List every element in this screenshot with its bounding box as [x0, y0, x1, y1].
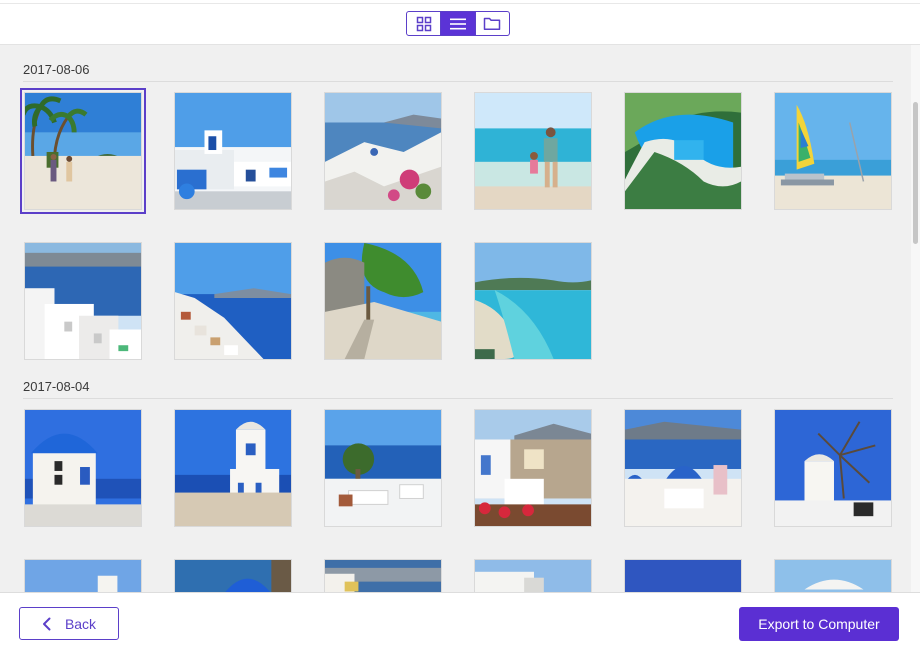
- divider: [23, 398, 893, 399]
- oia-roses-photo: [475, 410, 591, 526]
- blue-dome-top-photo: [175, 560, 291, 592]
- santorini-pool-photo: [175, 93, 291, 209]
- beach-palm-photo: [25, 93, 141, 209]
- photo-thumbnail[interactable]: [174, 242, 292, 360]
- photo-thumbnail[interactable]: [624, 559, 742, 592]
- catamaran-photo: [775, 93, 891, 209]
- photo-thumbnail[interactable]: [24, 559, 142, 592]
- deep-blue-sky-photo: [625, 560, 741, 592]
- back-button[interactable]: Back: [19, 607, 119, 640]
- scrollbar-thumb[interactable]: [913, 102, 918, 244]
- date-header: 2017-08-06: [23, 62, 90, 77]
- cove-photo: [625, 93, 741, 209]
- umbrella-sky-photo: [775, 560, 891, 592]
- top-toolbar: [0, 0, 920, 45]
- photo-thumbnail[interactable]: [474, 242, 592, 360]
- white-church-photo: [25, 560, 141, 592]
- photo-thumbnail[interactable]: [324, 409, 442, 527]
- cliff-village-sea-photo: [175, 243, 291, 359]
- back-button-label: Back: [64, 615, 97, 632]
- divider: [23, 81, 893, 82]
- white-houses-sky-photo: [475, 560, 591, 592]
- photo-thumbnail[interactable]: [474, 409, 592, 527]
- photo-thumbnail[interactable]: [774, 409, 892, 527]
- photo-thumbnail[interactable]: [174, 409, 292, 527]
- turquoise-bay-photo: [475, 243, 591, 359]
- blue-domes-photo: [625, 410, 741, 526]
- terrace-sofa-photo: [325, 410, 441, 526]
- photo-thumbnail[interactable]: [20, 88, 146, 214]
- santorini-village-photo: [325, 93, 441, 209]
- photo-thumbnail[interactable]: [24, 409, 142, 527]
- chevron-left-icon: [42, 617, 51, 630]
- windmill-photo: [775, 410, 891, 526]
- photo-thumbnail[interactable]: [24, 242, 142, 360]
- export-button-label: Export to Computer: [758, 616, 880, 632]
- cliff-village-photo: [325, 560, 441, 592]
- beach-family-photo: [475, 93, 591, 209]
- photo-thumbnail[interactable]: [324, 242, 442, 360]
- photo-thumbnail[interactable]: [624, 409, 742, 527]
- export-to-computer-button[interactable]: Export to Computer: [739, 607, 899, 641]
- photo-thumbnail[interactable]: [174, 92, 292, 210]
- bell-tower-photo: [175, 410, 291, 526]
- photo-thumbnail[interactable]: [774, 559, 892, 592]
- folder-view-icon: [484, 17, 501, 31]
- photo-thumbnail[interactable]: [624, 92, 742, 210]
- grid-view-icon: [416, 16, 431, 31]
- photo-thumbnail[interactable]: [474, 92, 592, 210]
- list-view-icon: [449, 18, 466, 29]
- folder-view-button[interactable]: [474, 12, 509, 35]
- scrollbar[interactable]: [911, 45, 920, 592]
- photo-content-area[interactable]: 2017-08-06 2017-08-04: [0, 45, 910, 592]
- view-mode-switch: [406, 11, 510, 36]
- blue-dome-chapel-photo: [25, 410, 141, 526]
- list-view-button[interactable]: [440, 12, 475, 35]
- grid-view-button[interactable]: [407, 12, 440, 35]
- tree-path-photo: [325, 243, 441, 359]
- photo-thumbnail[interactable]: [474, 559, 592, 592]
- white-houses-photo: [25, 243, 141, 359]
- photo-thumbnail[interactable]: [324, 92, 442, 210]
- photo-thumbnail[interactable]: [174, 559, 292, 592]
- photo-thumbnail[interactable]: [324, 559, 442, 592]
- photo-thumbnail[interactable]: [774, 92, 892, 210]
- date-header: 2017-08-04: [23, 379, 90, 394]
- bottom-bar: Back Export to Computer: [0, 592, 920, 653]
